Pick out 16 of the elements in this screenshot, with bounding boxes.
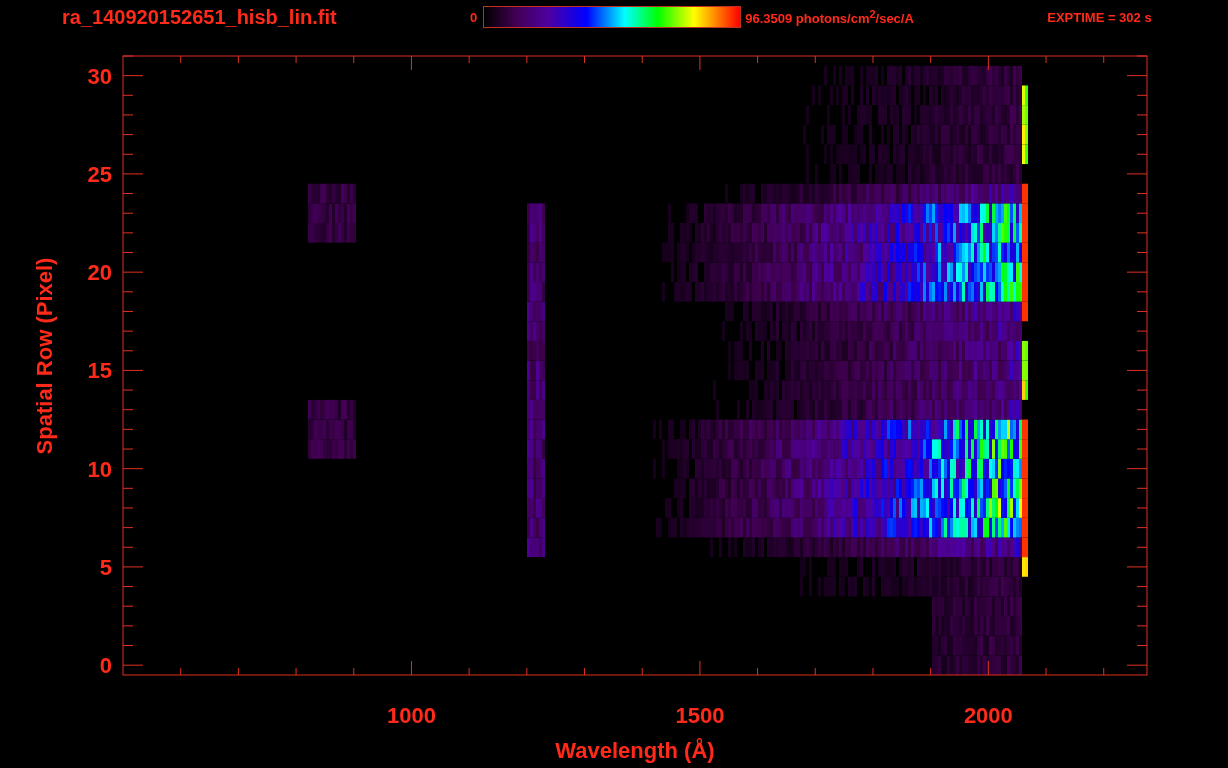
tick-label: 15 bbox=[87, 358, 112, 384]
axis-title: Wavelength (Å) bbox=[555, 738, 715, 763]
tick-label: 30 bbox=[87, 63, 112, 89]
colorbar-max-label: 96.3509 photons/cm$^{2}$/sec/A bbox=[745, 7, 915, 27]
tick-label: 20 bbox=[87, 260, 112, 286]
tick-label: 5 bbox=[99, 554, 112, 580]
tick-label: 1500 bbox=[675, 703, 725, 728]
file-title: ra_140920152651_hisb_lin.fit bbox=[62, 5, 338, 29]
colorbar-min-label: 0 bbox=[470, 9, 478, 25]
tick-label: 10 bbox=[87, 456, 112, 482]
tick-label: 2000 bbox=[963, 703, 1013, 728]
tick-label: 25 bbox=[87, 161, 112, 187]
axis-title: Spatial Row (Pixel) bbox=[32, 257, 57, 455]
tick-label: 0 bbox=[99, 653, 112, 679]
tick-label: 1000 bbox=[386, 703, 436, 728]
exposure-time: EXPTIME = 302 s bbox=[1047, 9, 1152, 25]
